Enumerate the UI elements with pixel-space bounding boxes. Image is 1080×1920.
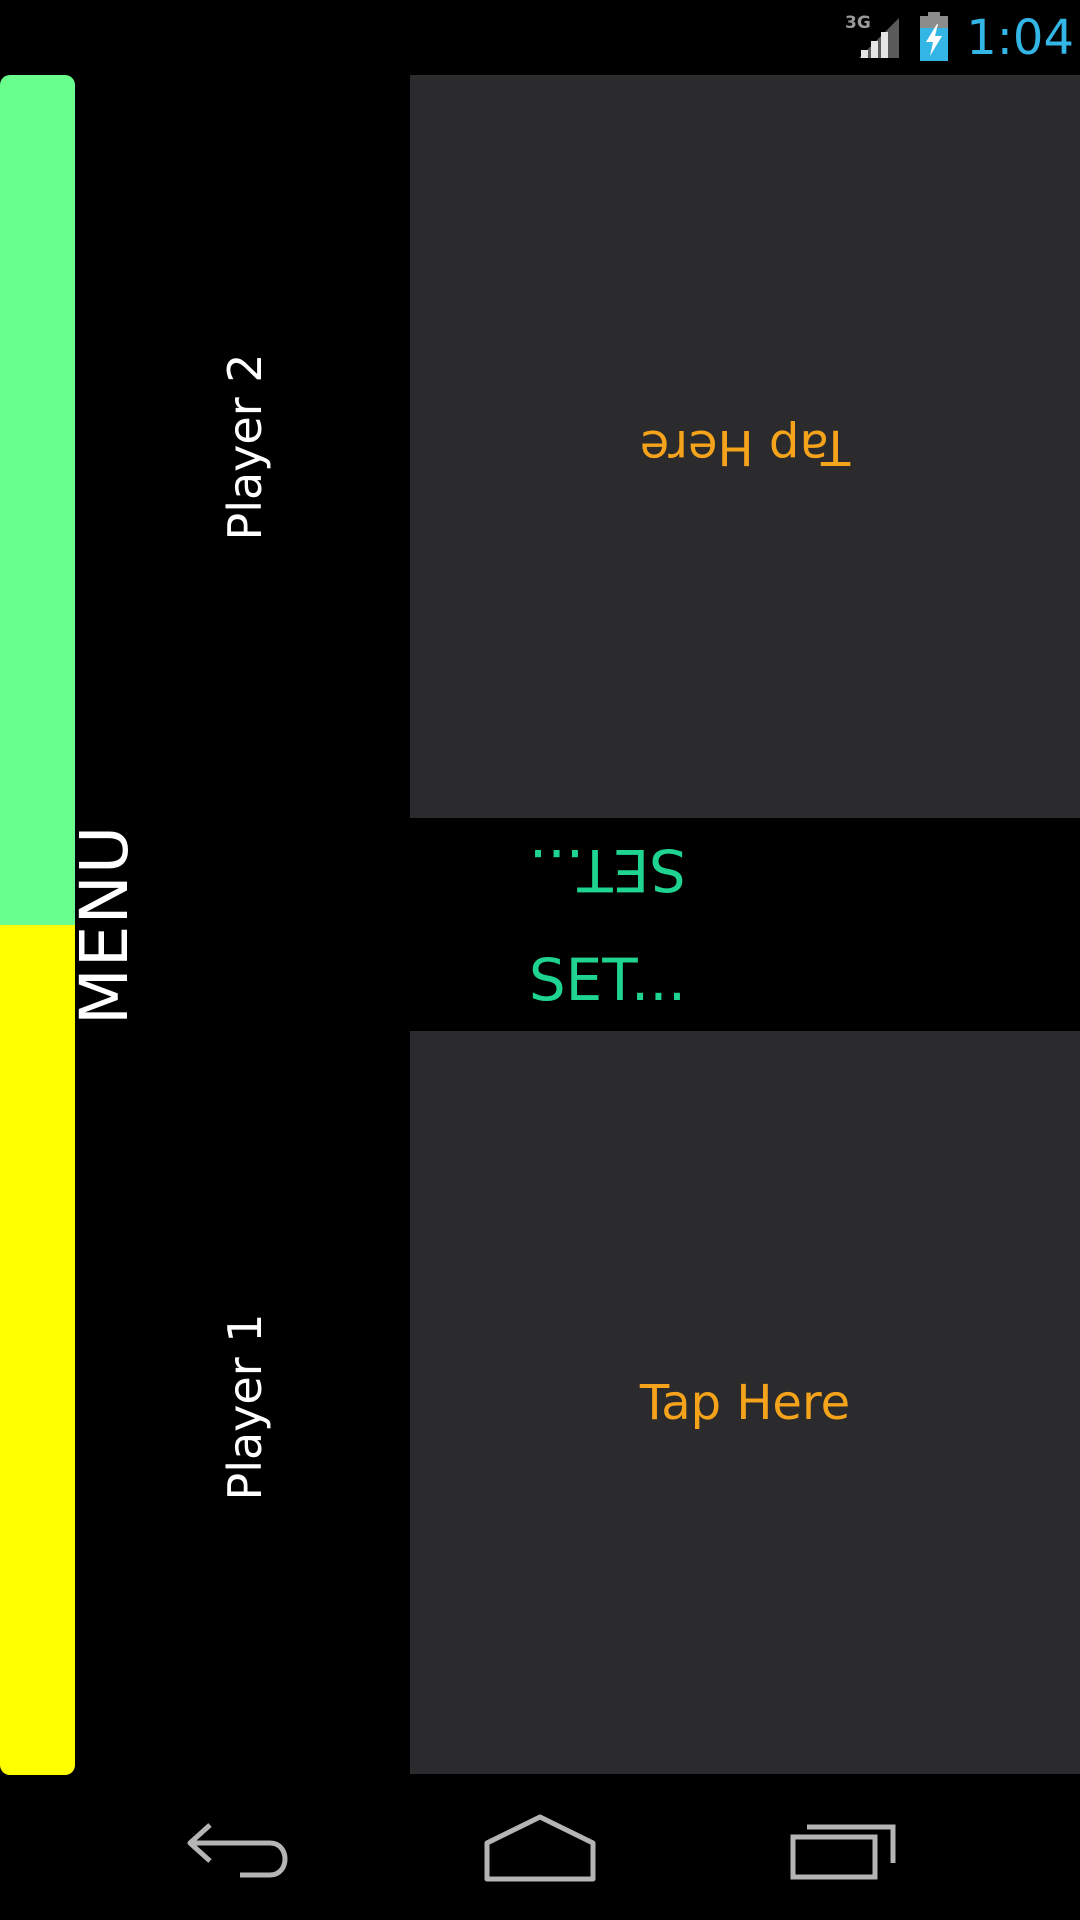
navigation-bar: [0, 1775, 1080, 1920]
signal-3g-icon: 3G: [845, 13, 899, 58]
player2-name: Player 2: [218, 353, 272, 541]
player2-color-bar[interactable]: [0, 75, 75, 925]
home-button[interactable]: [470, 1803, 610, 1893]
player1-set-button[interactable]: SET...: [500, 942, 715, 1018]
recents-icon: [790, 1824, 896, 1880]
menu-button[interactable]: MENU: [65, 805, 145, 1045]
player1-tap-panel[interactable]: Tap Here: [410, 1031, 1080, 1774]
recents-button[interactable]: [775, 1803, 915, 1893]
status-clock: 1:04: [966, 10, 1074, 66]
player1-color-bar[interactable]: [0, 925, 75, 1775]
back-icon: [187, 1823, 288, 1878]
network-type-label: 3G: [845, 13, 871, 33]
player2-tap-panel[interactable]: Tap Here: [410, 75, 1080, 818]
player1-name: Player 1: [218, 1313, 272, 1501]
status-bar: 3G 1:04: [0, 0, 1080, 75]
home-icon: [484, 1814, 596, 1882]
player2-tap-label: Tap Here: [639, 418, 851, 475]
back-button[interactable]: [170, 1803, 310, 1893]
player2-set-button[interactable]: SET...: [500, 832, 715, 908]
battery-charging-icon: [920, 12, 948, 61]
player1-tap-label: Tap Here: [639, 1374, 851, 1431]
screen: 3G 1:04 MENU Player 2 Player 1 Tap Here …: [0, 0, 1080, 1920]
